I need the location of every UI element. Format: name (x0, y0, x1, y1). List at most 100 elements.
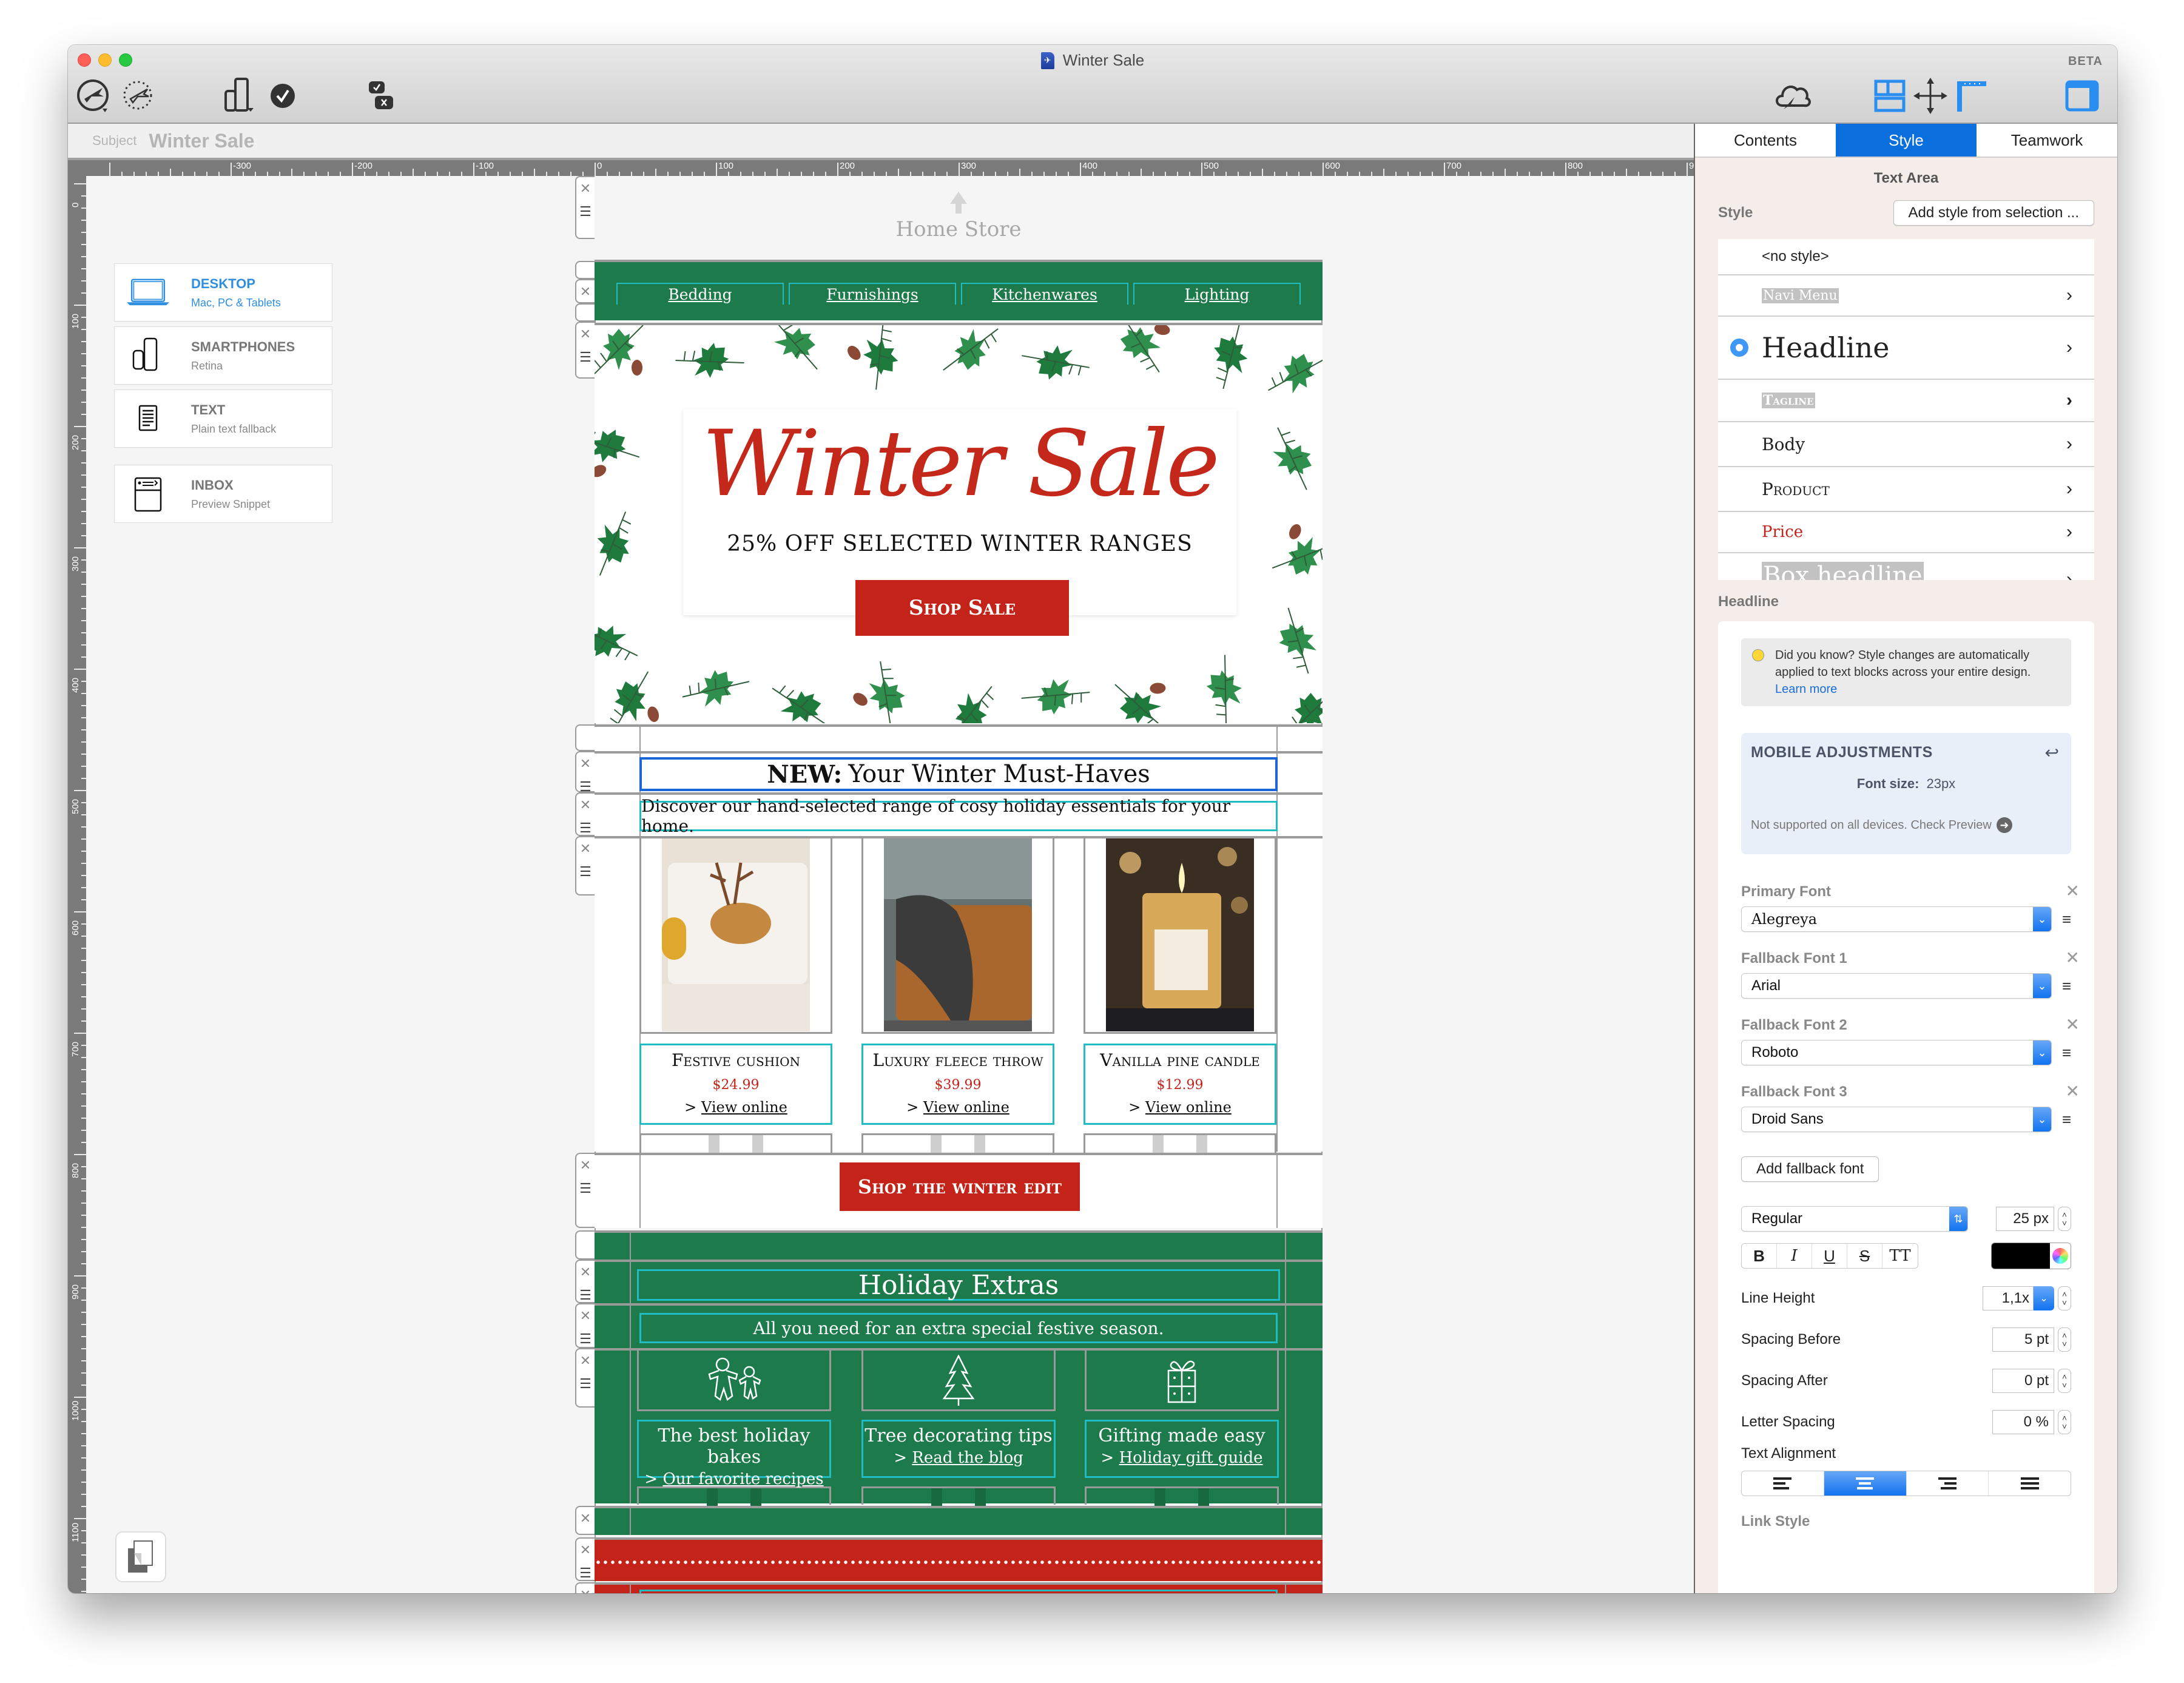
intro-text[interactable]: Discover our hand-selected range of cosy… (639, 796, 1278, 836)
block-handle[interactable] (575, 724, 595, 751)
block-handle[interactable]: ✕ ☰ (575, 1303, 595, 1348)
mobile-font-size-value[interactable]: 23px (1926, 776, 1955, 791)
chevron-down-icon[interactable]: ⌄ (2034, 1286, 2054, 1310)
close-icon[interactable]: ✕ (580, 1264, 591, 1280)
align-left-button[interactable] (1742, 1471, 1824, 1496)
nav-link-furnishings[interactable]: Furnishings (789, 283, 956, 305)
cloud-sync-icon[interactable] (1773, 76, 1815, 115)
block-handle[interactable] (575, 1230, 595, 1260)
logo-block[interactable]: Home Store (595, 176, 1323, 260)
font-size-stepper[interactable]: ˄ ˅ (2058, 1207, 2071, 1231)
block-handle[interactable]: ✕ ☰ (575, 751, 595, 794)
primary-font-select[interactable]: Alegreya ⌄ (1741, 906, 2052, 932)
spacing-after-field[interactable]: 0 pt (1992, 1369, 2054, 1393)
fallback-font-2-select[interactable]: Roboto ⌄ (1741, 1040, 2052, 1065)
remove-font-icon[interactable]: ✕ (2066, 1081, 2080, 1101)
line-height-stepper[interactable]: ˄ ˅ (2058, 1286, 2071, 1310)
drag-handle-icon[interactable]: ☰ (579, 780, 592, 794)
product-link[interactable]: > View online (863, 1099, 1053, 1116)
extras-item-title[interactable]: The best holiday bakes (639, 1425, 829, 1468)
approve-reject-icon[interactable] (365, 76, 402, 115)
fallback-font-3-select[interactable]: Droid Sans ⌄ (1741, 1107, 2052, 1132)
style-item-navi-menu[interactable]: Navi Menu › (1718, 275, 2094, 317)
move-arrows-icon[interactable] (1912, 76, 1949, 115)
block-handle[interactable]: ✕ ☰ (575, 322, 595, 379)
nav-link-kitchenwares[interactable]: Kitchenwares (961, 283, 1128, 305)
reorder-handle-icon[interactable]: ≡ (2052, 977, 2071, 996)
drag-handle-icon[interactable]: ☰ (579, 351, 592, 364)
check-preview-arrow-icon[interactable]: ➜ (1996, 817, 2012, 833)
christmas-tree-icon[interactable] (861, 1351, 1056, 1411)
style-item-product[interactable]: Product › (1718, 467, 2094, 512)
headline-text-selected[interactable]: NEW: Your Winter Must-Haves (639, 757, 1278, 791)
close-icon[interactable]: ✕ (580, 1353, 591, 1369)
font-size-field[interactable]: 25 px (1996, 1207, 2054, 1231)
duplicate-button[interactable] (115, 1531, 166, 1582)
subject-input[interactable]: Winter Sale (149, 130, 254, 152)
close-icon[interactable]: ✕ (580, 1308, 591, 1324)
strikethrough-button[interactable]: S (1847, 1244, 1882, 1268)
product-price[interactable]: $24.99 (641, 1078, 831, 1093)
extras-item-title[interactable]: Tree decorating tips (863, 1425, 1054, 1446)
close-icon[interactable]: ✕ (580, 181, 591, 197)
spacing-before-field[interactable]: 5 pt (1992, 1327, 2054, 1352)
extras-item-link[interactable]: > Holiday gift guide (1087, 1449, 1277, 1467)
style-list[interactable]: <no style> Navi Menu › Headline › Tagline ›… (1718, 239, 2094, 580)
drag-handle-icon[interactable]: ☰ (579, 865, 592, 879)
block-handle[interactable]: ✕ (575, 1582, 595, 1593)
extras-item-title[interactable]: Gifting made easy (1087, 1425, 1277, 1446)
style-item-headline[interactable]: Headline › (1718, 317, 2094, 380)
ruler-icon[interactable] (1953, 76, 1990, 115)
block-handle[interactable]: ✕ ☰ (575, 792, 595, 836)
image-placeholder[interactable] (1085, 1486, 1279, 1506)
block-handle[interactable] (575, 261, 595, 279)
block-handle[interactable]: ✕ ☰ (575, 1153, 595, 1228)
gingerbread-icon[interactable] (637, 1351, 831, 1411)
spacing-before-stepper[interactable]: ˄ ˅ (2058, 1327, 2071, 1352)
line-height-field[interactable]: 1,1x (1983, 1286, 2034, 1310)
image-placeholder[interactable] (637, 1486, 831, 1506)
close-icon[interactable]: ✕ (580, 1542, 591, 1558)
bold-button[interactable]: B (1742, 1244, 1777, 1268)
fallback-font-1-select[interactable]: Arial ⌄ (1741, 973, 2052, 999)
tab-teamwork[interactable]: Teamwork (1977, 124, 2117, 157)
style-item-price[interactable]: Price › (1718, 512, 2094, 553)
forest-candle-photo[interactable] (1084, 838, 1276, 1034)
close-icon[interactable]: ✕ (580, 1511, 591, 1526)
style-item-box-headline[interactable]: Box headline › (1718, 553, 2094, 580)
close-icon[interactable]: ✕ (580, 326, 591, 342)
hero-title[interactable]: Winter Sale (683, 419, 1236, 510)
drag-handle-icon[interactable]: ☰ (579, 1567, 592, 1580)
style-item-tagline[interactable]: Tagline › (1718, 380, 2094, 422)
check-circle-icon[interactable] (268, 76, 297, 115)
layout-blocks-icon[interactable] (1871, 76, 1907, 115)
block-handle[interactable]: ✕ (575, 1506, 595, 1535)
block-handle[interactable]: ✕ ☰ (575, 1260, 595, 1303)
spacing-after-stepper[interactable]: ˄ ˅ (2058, 1369, 2071, 1393)
extras-title[interactable]: Holiday Extras (637, 1269, 1280, 1301)
letter-spacing-field[interactable]: 0 % (1992, 1410, 2054, 1434)
design-canvas[interactable]: DESKTOP Mac, PC & Tablets SMARTPHONES Reti… (86, 176, 1694, 1593)
extras-item-link[interactable]: > Read the blog (863, 1449, 1054, 1467)
close-icon[interactable]: ✕ (580, 797, 591, 813)
send-plane-icon[interactable] (74, 76, 114, 115)
hero-block[interactable]: Winter Sale 25% OFF SELECTED WINTER RANG… (595, 323, 1323, 723)
nav-link-bedding[interactable]: Bedding (616, 283, 784, 305)
drag-handle-icon[interactable]: ☰ (579, 821, 592, 835)
device-smartphones[interactable]: SMARTPHONES Retina (114, 326, 332, 385)
nav-link-lighting[interactable]: Lighting (1133, 283, 1301, 305)
block-handle[interactable]: ✕ ☰ (575, 1348, 595, 1408)
block-handle[interactable]: ✕ ☰ (575, 836, 595, 895)
reorder-handle-icon[interactable]: ≡ (2052, 910, 2071, 929)
hero-subtitle[interactable]: 25% OFF SELECTED WINTER RANGES (683, 531, 1236, 556)
devices-preview-icon[interactable] (221, 76, 263, 115)
add-style-button[interactable]: Add style from selection ... (1893, 200, 2094, 226)
undo-icon[interactable]: ↩ (2045, 743, 2059, 763)
drag-handle-icon[interactable]: ☰ (579, 1182, 592, 1195)
remove-font-icon[interactable]: ✕ (2066, 881, 2080, 901)
footer-heading[interactable]: Follow us for specials (639, 1590, 1278, 1593)
drag-handle-icon[interactable]: ☰ (579, 205, 592, 218)
remove-font-icon[interactable]: ✕ (2066, 948, 2080, 968)
learn-more-link[interactable]: Learn more (1775, 683, 1837, 696)
device-desktop[interactable]: DESKTOP Mac, PC & Tablets (114, 263, 332, 322)
